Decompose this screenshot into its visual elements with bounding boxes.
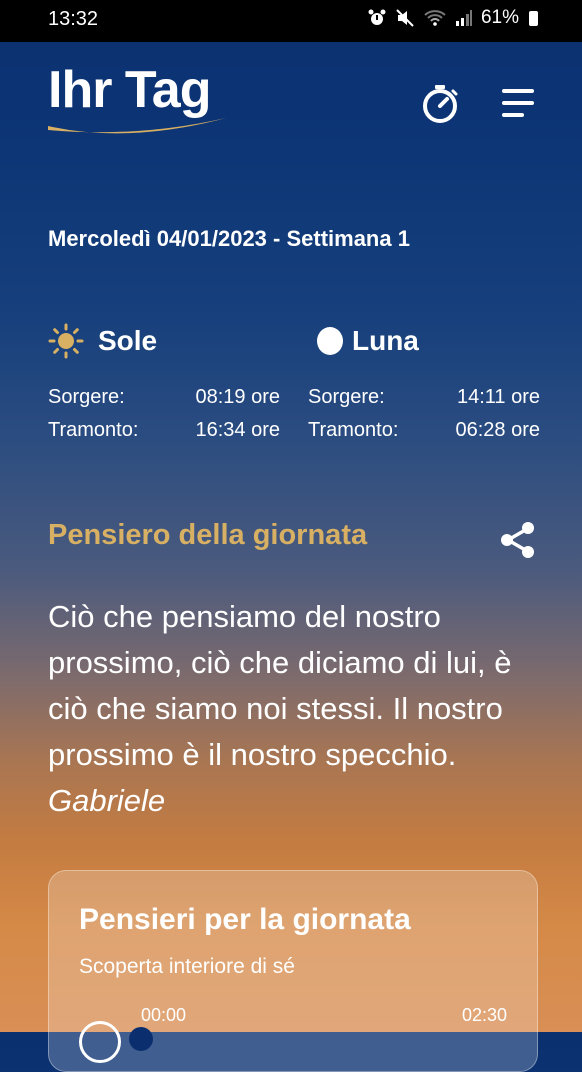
moon-icon	[317, 327, 343, 355]
progress-slider-knob[interactable]	[129, 1027, 153, 1051]
date-heading: Mercoledì 04/01/2023 - Settimana 1	[48, 226, 410, 251]
status-bar: 13:32 61%	[0, 0, 582, 42]
sunset-time: 16:34 ore	[195, 419, 280, 441]
logo-swoosh-icon	[48, 118, 226, 134]
wifi-icon	[424, 10, 446, 26]
battery-level: 61%	[480, 7, 519, 28]
mute-icon	[396, 9, 414, 27]
sunrise-time: 08:19 ore	[195, 386, 280, 408]
moon-title: Luna	[352, 325, 419, 356]
sun-section: Sole Sorgere: 08:19 ore Tramonto: 16:34 …	[48, 322, 280, 442]
app-logo[interactable]: Ihr Tag	[48, 64, 238, 144]
status-icons: 61%	[367, 7, 538, 29]
sunset-row: Tramonto: 16:34 ore	[48, 419, 280, 442]
audio-card[interactable]: Pensieri per la giornata Scoperta interi…	[48, 870, 538, 1072]
sun-title: Sole	[98, 325, 158, 356]
quote-text: Ciò che pensiamo del nostro prossimo, ci…	[48, 599, 512, 772]
logo-text: Ihr Tag	[48, 61, 211, 119]
menu-icon[interactable]	[500, 88, 536, 120]
sunrise-label: Sorgere:	[48, 386, 125, 408]
audio-total-time: 02:30	[461, 1005, 507, 1025]
thought-quote: Ciò che pensiamo del nostro prossimo, ci…	[48, 594, 548, 824]
audio-card-subtitle: Scoperta interiore di sé	[79, 955, 295, 978]
sunset-label: Tramonto:	[48, 419, 139, 441]
play-button[interactable]	[79, 1021, 121, 1063]
thought-title: Pensiero della giornata	[48, 519, 368, 551]
quote-author: Gabriele	[48, 783, 166, 818]
sunrise-row: Sorgere: 08:19 ore	[48, 386, 280, 409]
signal-icon	[455, 10, 472, 26]
moonrise-label: Sorgere:	[308, 386, 385, 408]
timer-icon[interactable]	[420, 84, 460, 124]
moon-section: Luna Sorgere: 14:11 ore Tramonto: 06:28 …	[308, 322, 540, 442]
audio-card-title: Pensieri per la giornata	[79, 903, 411, 936]
moonset-label: Tramonto:	[308, 419, 399, 441]
moonset-row: Tramonto: 06:28 ore	[308, 419, 540, 442]
status-time: 13:32	[48, 8, 99, 30]
alarm-icon	[368, 9, 386, 25]
moonrise-row: Sorgere: 14:11 ore	[308, 386, 540, 409]
moonset-time: 06:28 ore	[455, 419, 540, 441]
sun-icon	[48, 323, 84, 359]
audio-current-time: 00:00	[141, 1005, 187, 1025]
moonrise-time: 14:11 ore	[456, 386, 540, 408]
share-icon[interactable]	[498, 520, 538, 560]
battery-icon	[529, 10, 538, 26]
